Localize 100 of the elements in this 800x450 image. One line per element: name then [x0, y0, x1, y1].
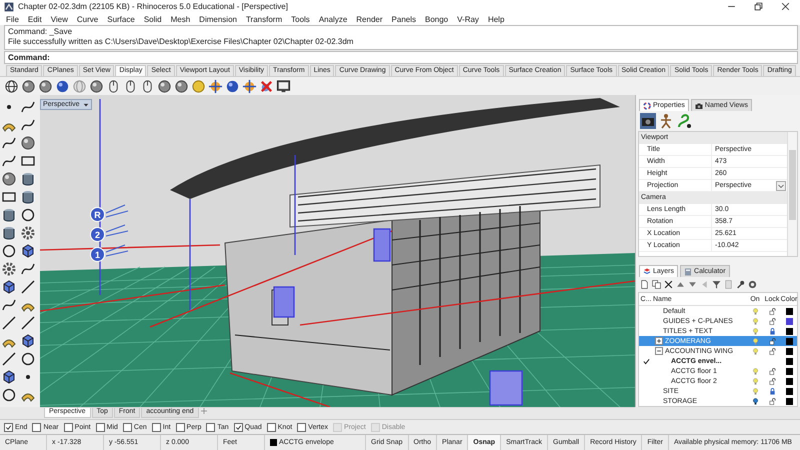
lightbulb-icon[interactable]: [752, 308, 758, 314]
curve-icon[interactable]: [1, 153, 17, 169]
curve-icon[interactable]: [20, 99, 36, 115]
lightbulb-icon[interactable]: [752, 388, 758, 394]
unlocked-icon[interactable]: [768, 368, 776, 374]
checkbox[interactable]: [176, 422, 185, 432]
layer-color-swatch[interactable]: [786, 318, 792, 324]
cross-icon[interactable]: [259, 78, 274, 94]
cylinder-icon[interactable]: [1, 207, 17, 223]
help-icon[interactable]: [748, 280, 757, 289]
glossy-sphere-icon[interactable]: [55, 78, 70, 94]
restore-icon[interactable]: [754, 2, 763, 11]
menu-item[interactable]: V-Ray: [457, 14, 479, 24]
curve-icon[interactable]: [20, 117, 36, 133]
scrollbar-thumb[interactable]: [789, 150, 796, 220]
view-marker[interactable]: 1: [90, 247, 105, 262]
circle-icon[interactable]: [20, 351, 36, 367]
menu-item[interactable]: Analyze: [318, 14, 348, 24]
checkbox[interactable]: [96, 422, 105, 432]
layer-color-swatch[interactable]: [786, 368, 792, 374]
unlocked-icon[interactable]: [768, 308, 776, 314]
command-field[interactable]: Command:: [4, 51, 798, 64]
sphere-icon[interactable]: [38, 78, 53, 94]
locked-icon[interactable]: [768, 328, 776, 334]
collapse-toggle[interactable]: [655, 347, 663, 355]
globe-icon[interactable]: [4, 78, 19, 94]
menu-item[interactable]: View: [50, 14, 68, 24]
lightbulb-icon[interactable]: [752, 378, 758, 384]
sphere-icon[interactable]: [20, 135, 36, 151]
locked-icon[interactable]: [768, 388, 776, 394]
sphere-icon[interactable]: [21, 78, 36, 94]
expand-toggle[interactable]: [655, 337, 663, 345]
crosshair-icon[interactable]: [242, 78, 257, 94]
cylinder-icon[interactable]: [1, 225, 17, 241]
menu-item[interactable]: Edit: [28, 14, 42, 24]
layer-color-swatch[interactable]: [786, 398, 792, 404]
sphere-icon[interactable]: [89, 78, 104, 94]
gear-icon[interactable]: [1, 261, 17, 277]
layer-color-swatch[interactable]: [786, 308, 792, 314]
cylinder-icon[interactable]: [20, 189, 36, 205]
menu-item[interactable]: Surface: [107, 14, 135, 24]
new-layer-icon[interactable]: [640, 280, 649, 289]
circle-icon[interactable]: [20, 207, 36, 223]
curve-icon[interactable]: [676, 113, 692, 129]
curve-icon[interactable]: [1, 297, 17, 313]
checkbox[interactable]: [152, 422, 161, 432]
checkbox[interactable]: [4, 422, 13, 432]
light-sphere-icon[interactable]: [191, 78, 206, 94]
delete-icon[interactable]: [664, 280, 673, 289]
checkbox[interactable]: [206, 422, 216, 432]
sphere-icon[interactable]: [157, 78, 172, 94]
close-icon[interactable]: [780, 2, 790, 11]
cylinder-icon[interactable]: [20, 171, 36, 187]
wrench-icon[interactable]: [736, 280, 745, 289]
menu-item[interactable]: Help: [488, 14, 504, 24]
layer-color-swatch[interactable]: [786, 378, 792, 384]
menu-item[interactable]: Transform: [246, 14, 282, 24]
view-marker[interactable]: R: [90, 207, 105, 222]
unlocked-icon[interactable]: [768, 318, 776, 324]
menu-item[interactable]: Curve: [76, 14, 98, 24]
line-icon[interactable]: [1, 351, 17, 367]
lightbulb-icon[interactable]: [752, 328, 758, 334]
line-icon[interactable]: [20, 315, 36, 331]
camera-icon[interactable]: [640, 113, 656, 129]
layer-color-swatch[interactable]: [786, 348, 792, 354]
cube-icon[interactable]: [1, 279, 17, 295]
cube-icon[interactable]: [20, 333, 36, 349]
line-icon[interactable]: [20, 279, 36, 295]
menu-item[interactable]: Render: [356, 14, 383, 24]
menu-item[interactable]: Panels: [392, 14, 416, 24]
checkbox[interactable]: [122, 422, 132, 432]
filter-icon[interactable]: [712, 280, 721, 289]
menu-item[interactable]: Tools: [291, 14, 310, 24]
copy-icon[interactable]: [652, 280, 661, 289]
checkbox[interactable]: [266, 422, 276, 432]
sphere-icon[interactable]: [174, 78, 189, 94]
figure-icon[interactable]: [658, 113, 674, 129]
checkbox[interactable]: [32, 422, 42, 432]
circle-icon[interactable]: [1, 243, 17, 259]
monitor-icon[interactable]: [276, 78, 291, 94]
crosshair-icon[interactable]: [208, 78, 223, 94]
cube-icon[interactable]: [20, 243, 36, 259]
layer-color-swatch[interactable]: [786, 328, 792, 334]
up-arrow-icon[interactable]: [676, 280, 685, 289]
layer-color-swatch[interactable]: [786, 388, 792, 394]
lightbulb-icon[interactable]: [752, 368, 758, 374]
layer-color-swatch[interactable]: [786, 338, 792, 344]
lightbulb-icon[interactable]: [752, 318, 758, 324]
unlocked-icon[interactable]: [768, 398, 776, 404]
unlocked-icon[interactable]: [768, 338, 776, 344]
unlocked-icon[interactable]: [768, 348, 776, 354]
curve-icon[interactable]: [20, 261, 36, 277]
menu-item[interactable]: Mesh: [170, 14, 190, 24]
gear-icon[interactable]: [20, 225, 36, 241]
menu-item[interactable]: Solid: [144, 14, 162, 24]
down-arrow-icon[interactable]: [688, 280, 697, 289]
sphere-icon[interactable]: [1, 171, 17, 187]
glossy-sphere-icon[interactable]: [225, 78, 240, 94]
checkbox[interactable]: [64, 422, 73, 432]
lightbulb-icon[interactable]: [752, 348, 758, 354]
